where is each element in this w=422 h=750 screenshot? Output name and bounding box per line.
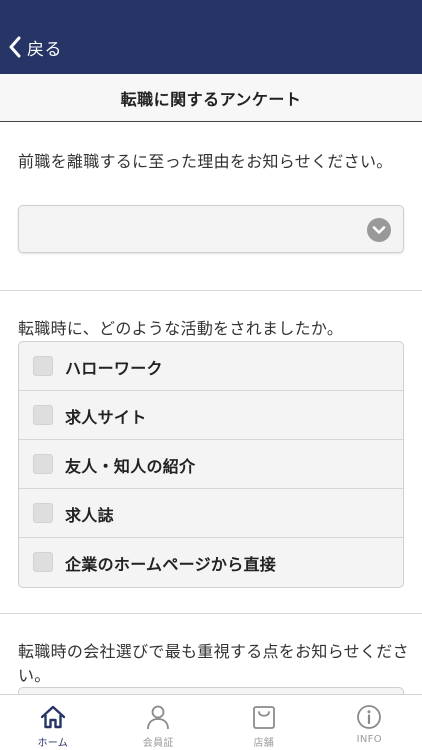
survey-content[interactable]: 前職を離職するに至った理由をお知らせください。 転職時に、どのような活動をされま…	[0, 122, 422, 694]
back-label: 戻る	[27, 39, 62, 60]
section-divider	[0, 290, 422, 291]
checkbox-label: 友人・知人の紹介	[65, 457, 196, 476]
title-bar: 転職に関するアンケート	[0, 74, 422, 122]
chevron-left-icon	[9, 36, 21, 58]
checkbox-item-job-magazine[interactable]: 求人誌	[19, 489, 403, 538]
activity-checklist: ハローワーク 求人サイト 友人・知人の紹介 求人誌 企業のホームページから直接	[18, 341, 404, 588]
tab-label: INFO	[356, 734, 382, 745]
page-title: 転職に関するアンケート	[120, 89, 302, 109]
info-icon	[357, 705, 382, 729]
checkbox-label: 求人誌	[65, 506, 114, 525]
checkbox[interactable]	[33, 503, 53, 523]
back-button[interactable]: 戻る	[8, 34, 62, 60]
tab-home[interactable]: ホーム	[0, 695, 106, 750]
tab-member-card[interactable]: 会員証	[106, 695, 212, 750]
checkbox[interactable]	[33, 356, 53, 376]
checkbox[interactable]	[33, 454, 53, 474]
checkbox-label: 求人サイト	[65, 408, 147, 427]
top-bar: 戻る	[0, 0, 422, 74]
chevron-down-icon	[367, 218, 391, 242]
priority-select[interactable]	[18, 687, 404, 694]
question-2-text: 転職時に、どのような活動をされましたか。	[18, 319, 344, 338]
question-3-text: 転職時の会社選びで最も重視する点をお知らせください。	[18, 642, 409, 685]
tab-label: ホーム	[37, 738, 69, 749]
home-icon	[40, 705, 65, 729]
checkbox-label: ハローワーク	[65, 359, 163, 378]
checkbox-label: 企業のホームページから直接	[65, 555, 277, 574]
person-icon	[147, 705, 170, 730]
checkbox-item-hellowork[interactable]: ハローワーク	[19, 342, 403, 391]
checkbox[interactable]	[33, 552, 53, 572]
checkbox-item-job-site[interactable]: 求人サイト	[19, 391, 403, 440]
reason-select[interactable]	[18, 205, 404, 253]
checkbox-item-referral[interactable]: 友人・知人の紹介	[19, 440, 403, 489]
bottom-tab-bar: ホーム 会員証 店舗 INFO	[0, 694, 422, 750]
tab-label: 店舗	[253, 738, 275, 749]
tab-stores[interactable]: 店舗	[211, 695, 317, 750]
section-divider	[0, 613, 422, 614]
checkbox[interactable]	[33, 405, 53, 425]
bag-icon	[252, 706, 275, 729]
question-1-text: 前職を離職するに至った理由をお知らせください。	[18, 152, 393, 171]
checkbox-item-company-website[interactable]: 企業のホームページから直接	[19, 538, 403, 587]
tab-info[interactable]: INFO	[317, 695, 422, 750]
tab-label: 会員証	[142, 738, 174, 749]
